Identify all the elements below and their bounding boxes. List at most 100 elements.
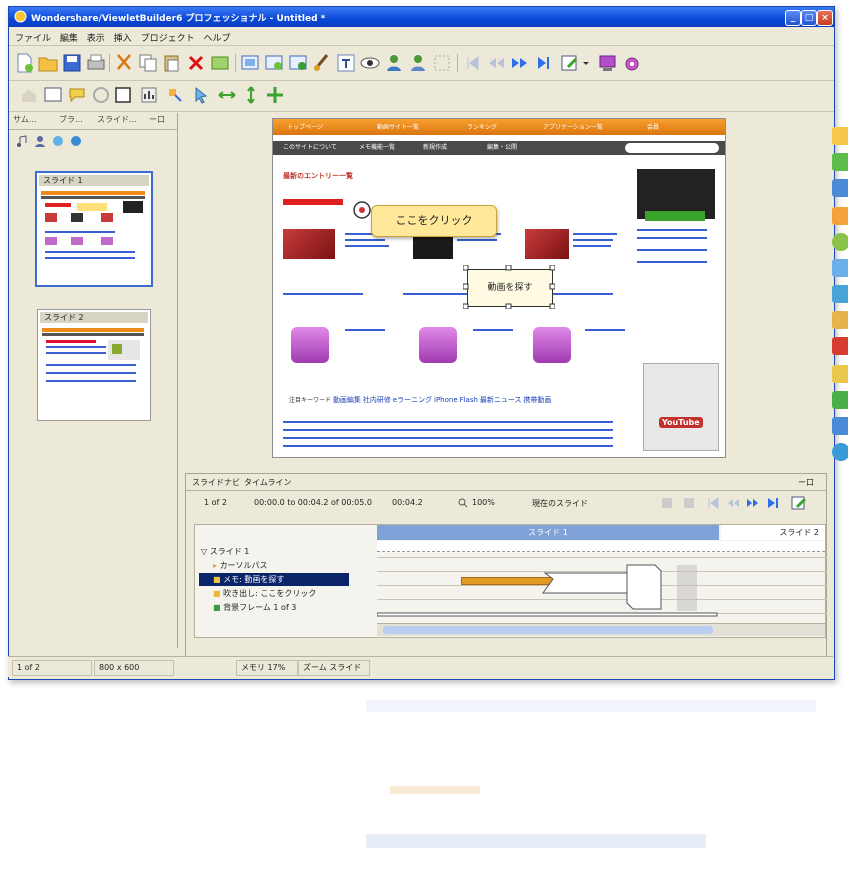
image-tool-icon[interactable] — [832, 153, 848, 171]
tab-timeline[interactable]: タイムライン — [244, 477, 291, 488]
zoom-level[interactable]: 100% — [472, 498, 495, 507]
slide-thumbnail-2[interactable]: スライド 2 — [37, 309, 151, 421]
move-all-icon[interactable] — [265, 85, 285, 105]
move-horizontal-icon[interactable] — [217, 85, 237, 105]
screen-tool-icon[interactable] — [832, 259, 848, 277]
cursor-path-icon[interactable] — [165, 85, 185, 105]
click-here-callout[interactable]: ここをクリック — [371, 205, 497, 237]
pointer-icon[interactable] — [191, 85, 211, 105]
cursor-target-icon[interactable] — [351, 199, 373, 221]
delete-icon[interactable] — [185, 52, 207, 74]
split-icon[interactable] — [660, 496, 674, 510]
capture-icon[interactable] — [239, 52, 261, 74]
user-edit-icon[interactable] — [407, 52, 429, 74]
home-icon[interactable] — [19, 85, 39, 105]
close-button[interactable]: × — [817, 10, 833, 26]
publish-dropdown-icon[interactable] — [581, 52, 591, 74]
panel-minimize-button[interactable]: ー口 — [798, 477, 814, 488]
rewind-icon[interactable] — [485, 52, 507, 74]
timeline-last-icon[interactable] — [766, 496, 780, 510]
callout-tool-icon[interactable] — [832, 127, 848, 145]
scrollbar-thumb[interactable] — [383, 626, 713, 634]
chart-icon[interactable] — [139, 85, 159, 105]
fast-forward-icon[interactable] — [509, 52, 531, 74]
timeline-forward-icon[interactable] — [746, 496, 760, 510]
brush-icon[interactable] — [311, 52, 333, 74]
menu-help[interactable]: ヘルプ — [203, 31, 230, 44]
music-note-icon[interactable] — [15, 135, 29, 147]
menu-edit[interactable]: 編集 — [60, 31, 78, 44]
web-subnav-item: メモ機能一覧 — [359, 144, 396, 151]
track-row-memo[interactable]: ■ メモ: 動画を探す — [199, 573, 349, 586]
media-tool-icon[interactable] — [832, 391, 848, 409]
tab-slide-navigator[interactable]: スライドナビ — [192, 477, 240, 488]
minimize-button[interactable]: _ — [785, 10, 801, 26]
open-folder-icon[interactable] — [37, 52, 59, 74]
track-row-callout[interactable]: ■ 吹き出し: ここをクリック — [213, 587, 396, 600]
history-icon[interactable] — [91, 85, 111, 105]
tree-root[interactable]: ▽ スライド 1 — [201, 545, 384, 558]
capture-area-icon[interactable] — [287, 52, 309, 74]
timeline-publish-icon[interactable] — [790, 494, 808, 512]
maximize-button[interactable]: □ — [801, 10, 817, 26]
menu-view[interactable]: 表示 — [87, 31, 105, 44]
print-icon[interactable] — [85, 52, 107, 74]
youtube-logo: YouTube — [659, 417, 703, 428]
zoom-tool-icon[interactable] — [832, 443, 848, 461]
tab-browser[interactable]: ブラ... — [59, 114, 83, 128]
current-slide-label[interactable]: 現在のスライド — [532, 498, 588, 509]
slide-content[interactable]: トップページ 動画サイト一覧 ランキング アプリケーション一覧 会員 このサイト… — [272, 118, 726, 458]
image-icon[interactable] — [209, 52, 231, 74]
callout-icon[interactable] — [67, 85, 87, 105]
eye-icon[interactable] — [359, 52, 381, 74]
web-nav-item: 動画サイト一覧 — [377, 124, 420, 131]
settings-gear-icon[interactable] — [621, 52, 643, 74]
transition-shapes — [377, 564, 718, 617]
track-row-cursor-path[interactable]: ▸ カーソルパス — [213, 559, 396, 572]
screen-record-icon[interactable] — [597, 52, 619, 74]
folder-tool-icon[interactable] — [832, 365, 848, 383]
zoom-fit-icon[interactable] — [431, 52, 453, 74]
move-vertical-icon[interactable] — [241, 85, 261, 105]
cut-icon[interactable] — [113, 52, 135, 74]
frame-icon[interactable] — [113, 85, 133, 105]
text-box-icon[interactable] — [335, 52, 357, 74]
last-frame-icon[interactable] — [533, 52, 555, 74]
menu-project[interactable]: プロジェクト — [141, 31, 195, 44]
person-icon[interactable] — [33, 135, 47, 147]
menu-insert[interactable]: 挿入 — [114, 31, 132, 44]
menu-file[interactable]: ファイル — [15, 31, 51, 44]
publish-icon[interactable] — [559, 52, 581, 74]
cursor-tool-icon[interactable] — [832, 207, 848, 225]
grid-icon[interactable] — [682, 496, 696, 510]
link-icon[interactable] — [51, 135, 65, 147]
timeline-first-icon[interactable] — [706, 496, 720, 510]
frame-tool-icon[interactable] — [832, 285, 848, 303]
window-tool-icon[interactable] — [832, 417, 848, 435]
user-icon[interactable] — [383, 52, 405, 74]
web-tag: 最新ニュース — [479, 396, 522, 404]
web-search-box — [625, 143, 719, 153]
slide-thumbnails-panel: サム... ブラ... スライド... ー口 スライド 1 スライド 2 — [9, 113, 178, 648]
timeline-scrollbar[interactable] — [377, 623, 825, 636]
web-tag: 社内研修 — [362, 396, 391, 404]
new-file-icon[interactable] — [13, 52, 35, 74]
first-frame-icon[interactable] — [461, 52, 483, 74]
track-row-background[interactable]: ■ 背景フレーム 1 of 3 — [213, 601, 396, 614]
tab-slides[interactable]: スライド... — [97, 114, 137, 128]
tab-thumbnails[interactable]: サム... — [13, 114, 36, 128]
globe-icon[interactable] — [69, 135, 83, 147]
paste-icon[interactable] — [161, 52, 183, 74]
timeline-rewind-icon[interactable] — [726, 496, 740, 510]
shape-tool-icon[interactable] — [832, 233, 848, 251]
slide-thumbnail-1[interactable]: スライド 1 — [35, 171, 153, 287]
duration-field[interactable]: 00:04.2 — [392, 498, 423, 507]
panel-options-button[interactable]: ー口 — [149, 114, 165, 128]
audio-tool-icon[interactable] — [832, 311, 848, 329]
save-icon[interactable] — [61, 52, 83, 74]
text-tool-icon[interactable] — [832, 179, 848, 197]
copy-icon[interactable] — [137, 52, 159, 74]
slide-layout-icon[interactable] — [43, 85, 63, 105]
quiz-tool-icon[interactable] — [832, 337, 848, 355]
capture-window-icon[interactable] — [263, 52, 285, 74]
